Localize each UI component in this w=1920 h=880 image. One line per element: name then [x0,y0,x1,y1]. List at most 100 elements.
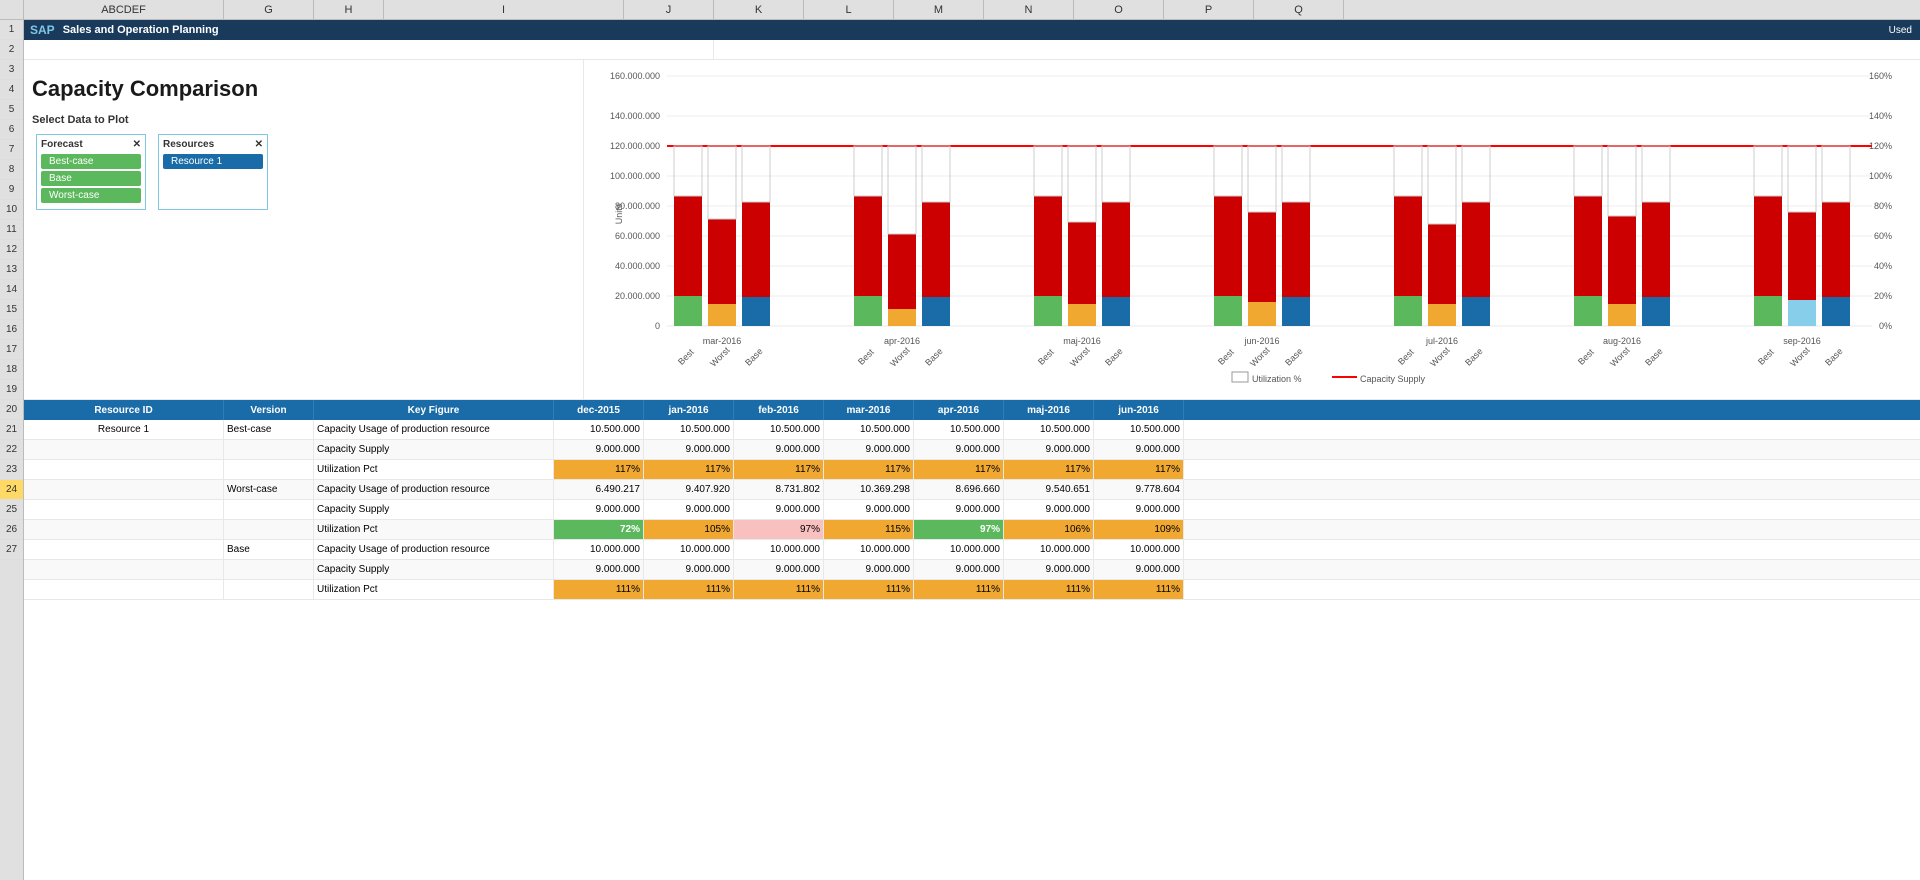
row-25: Base Capacity Usage of production resour… [24,540,1920,560]
subtitle-area: Select Data to Plot [32,114,575,126]
row-num-4: 4 [0,80,23,100]
row-20: Capacity Supply 9.000.000 9.000.000 9.00… [24,440,1920,460]
r26-dec: 9.000.000 [554,560,644,579]
r23-jun: 9.000.000 [1094,500,1184,519]
resource1-button[interactable]: Resource 1 [163,154,263,169]
r21-mar: 117% [824,460,914,479]
svg-text:20.000.000: 20.000.000 [615,291,660,301]
r22-version: Worst-case [224,480,314,499]
r20-maj: 9.000.000 [1004,440,1094,459]
th-feb2016: feb-2016 [734,400,824,420]
svg-text:0%: 0% [1879,321,1892,331]
svg-text:Base: Base [1103,346,1125,368]
r24-jan: 105% [644,520,734,539]
svg-text:Worst: Worst [1068,345,1092,369]
svg-text:60.000.000: 60.000.000 [615,231,660,241]
spreadsheet: ABCDEF G H I J K L M N O P Q 1 2 3 4 5 6… [0,0,1920,880]
col-header-i: I [384,0,624,19]
page-title: Capacity Comparison [32,76,575,102]
r23-feb: 9.000.000 [734,500,824,519]
svg-text:140.000.000: 140.000.000 [610,111,660,121]
svg-text:20%: 20% [1874,291,1892,301]
r24-jun: 109% [1094,520,1184,539]
row-26: Capacity Supply 9.000.000 9.000.000 9.00… [24,560,1920,580]
r27-feb: 111% [734,580,824,599]
col-header-k: K [714,0,804,19]
row-num-19: 19 [0,380,23,400]
r27-apr: 111% [914,580,1004,599]
th-jun2016: jun-2016 [1094,400,1184,420]
svg-text:sep-2016: sep-2016 [1783,336,1821,346]
th-mar2016: mar-2016 [824,400,914,420]
svg-text:Worst: Worst [708,345,732,369]
svg-text:Base: Base [923,346,945,368]
r26-maj: 9.000.000 [1004,560,1094,579]
r21-maj: 117% [1004,460,1094,479]
svg-text:40.000.000: 40.000.000 [615,261,660,271]
r27-version [224,580,314,599]
svg-text:Worst: Worst [1248,345,1272,369]
r23-keyfigure: Capacity Supply [314,500,554,519]
svg-text:jun-2016: jun-2016 [1243,336,1279,346]
row-21: Utilization Pct 117% 117% 117% 117% 117%… [24,460,1920,480]
grid-content: SAP Sales and Operation Planning Used Ca… [24,20,1920,880]
r19-apr: 10.500.000 [914,420,1004,439]
svg-text:Base: Base [1463,346,1485,368]
resources-box-title: Resources ✕ [163,139,263,150]
r24-maj: 106% [1004,520,1094,539]
row-22: Worst-case Capacity Usage of production … [24,480,1920,500]
row-num-12: 12 [0,240,23,260]
svg-text:Base: Base [1643,346,1665,368]
r25-maj: 10.000.000 [1004,540,1094,559]
left-panel: Capacity Comparison Select Data to Plot … [24,60,584,399]
resources-icon[interactable]: ✕ [255,139,263,150]
worst-case-button[interactable]: Worst-case [41,188,141,203]
r26-mar: 9.000.000 [824,560,914,579]
chart-area: 160.000.000 140.000.000 120.000.000 100.… [584,60,1920,399]
r22-resource [24,480,224,499]
svg-text:Utilization %: Utilization % [1252,374,1302,384]
svg-text:60%: 60% [1874,231,1892,241]
app-title: Sales and Operation Planning [63,24,219,36]
svg-text:Base: Base [743,346,765,368]
th-jan2016: jan-2016 [644,400,734,420]
r22-mar: 10.369.298 [824,480,914,499]
row-num-5: 5 [0,100,23,120]
forecast-icon[interactable]: ✕ [133,139,141,150]
col-header-j: J [624,0,714,19]
r26-resource [24,560,224,579]
svg-text:Best: Best [1396,347,1416,367]
row-num-18: 18 [0,360,23,380]
r19-dec: 10.500.000 [554,420,644,439]
col-header-p: P [1164,0,1254,19]
r19-keyfigure: Capacity Usage of production resource [314,420,554,439]
capacity-chart: 160.000.000 140.000.000 120.000.000 100.… [588,64,1916,384]
svg-text:Best: Best [1576,347,1596,367]
svg-text:jul-2016: jul-2016 [1425,336,1458,346]
svg-text:0: 0 [655,321,660,331]
resources-box: Resources ✕ Resource 1 [158,134,268,210]
r21-jan: 117% [644,460,734,479]
r27-maj: 111% [1004,580,1094,599]
row-num-16: 16 [0,320,23,340]
row-num-2: 2 [0,40,23,60]
r19-jun: 10.500.000 [1094,420,1184,439]
rows-area: 1 2 3 4 5 6 7 8 9 10 11 12 13 14 15 16 1… [0,20,1920,880]
svg-text:Worst: Worst [1428,345,1452,369]
r23-mar: 9.000.000 [824,500,914,519]
svg-text:maj-2016: maj-2016 [1063,336,1101,346]
r24-version [224,520,314,539]
row-27: Utilization Pct 111% 111% 111% 111% 111%… [24,580,1920,600]
best-case-button[interactable]: Best-case [41,154,141,169]
row-num-14: 14 [0,280,23,300]
svg-text:Worst: Worst [1788,345,1812,369]
r24-resource [24,520,224,539]
row-num-26: 26 [0,520,23,540]
svg-text:Capacity Supply: Capacity Supply [1360,374,1426,384]
r20-mar: 9.000.000 [824,440,914,459]
base-button[interactable]: Base [41,171,141,186]
cell-r2 [24,40,714,59]
bar-mar-worst-bot [708,219,736,304]
r25-jun: 10.000.000 [1094,540,1184,559]
title-chart-area: Capacity Comparison Select Data to Plot … [24,60,1920,400]
